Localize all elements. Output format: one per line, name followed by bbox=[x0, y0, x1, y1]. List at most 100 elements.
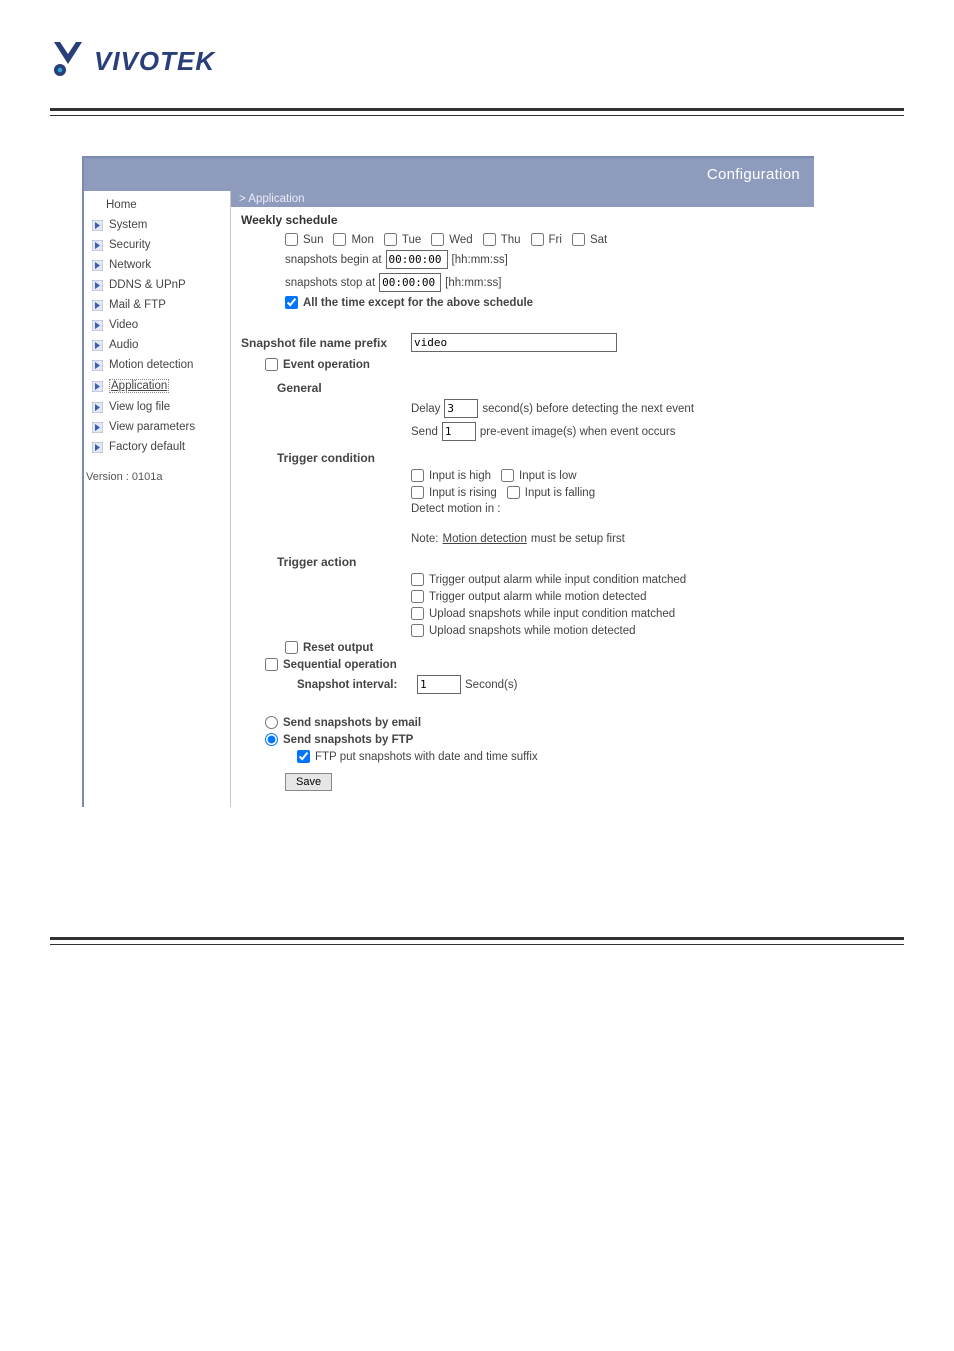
weekly-schedule-heading: Weekly schedule bbox=[241, 213, 804, 227]
trigger-action-0-checkbox[interactable] bbox=[411, 573, 424, 586]
sidebar-item-label: Home bbox=[106, 199, 137, 211]
sidebar-item-mail-ftp[interactable]: Mail & FTP bbox=[84, 295, 230, 315]
event-operation-label: Event operation bbox=[283, 359, 370, 371]
sidebar-item-application[interactable]: Application bbox=[84, 375, 230, 397]
send-email-label: Send snapshots by email bbox=[283, 717, 421, 729]
trigger-action-2-label: Upload snapshots while input condition m… bbox=[429, 608, 675, 620]
delay-post: second(s) before detecting the next even… bbox=[482, 403, 694, 415]
motion-detection-link[interactable]: Motion detection bbox=[443, 533, 527, 545]
sequential-operation-checkbox[interactable] bbox=[265, 658, 278, 671]
detect-motion-label: Detect motion in : bbox=[411, 503, 500, 515]
snapshot-prefix-label: Snapshot file name prefix bbox=[241, 336, 411, 350]
all-time-except-checkbox[interactable] bbox=[285, 296, 298, 309]
save-button[interactable]: Save bbox=[285, 773, 332, 791]
send-ftp-label: Send snapshots by FTP bbox=[283, 734, 413, 746]
input-high-checkbox[interactable] bbox=[411, 469, 424, 482]
sidebar-item-factory-default[interactable]: Factory default bbox=[84, 437, 230, 457]
weekday-sun-checkbox[interactable] bbox=[285, 233, 298, 246]
time-hint-begin: [hh:mm:ss] bbox=[452, 254, 508, 266]
breadcrumb: > Application bbox=[231, 191, 814, 207]
sidebar-item-label: View parameters bbox=[109, 421, 195, 433]
arrow-right-icon bbox=[92, 320, 103, 331]
weekday-fri-label: Fri bbox=[549, 234, 562, 246]
delay-input[interactable] bbox=[444, 399, 478, 418]
trigger-action-1-checkbox[interactable] bbox=[411, 590, 424, 603]
sidebar-item-view-log-file[interactable]: View log file bbox=[84, 397, 230, 417]
general-heading: General bbox=[277, 381, 804, 395]
all-time-except-label: All the time except for the above schedu… bbox=[303, 297, 533, 309]
ftp-datetime-suffix-label: FTP put snapshots with date and time suf… bbox=[315, 751, 538, 763]
send-post: pre-event image(s) when event occurs bbox=[480, 426, 676, 438]
snapshot-prefix-input[interactable] bbox=[411, 333, 617, 352]
sidebar-item-label: Network bbox=[109, 259, 151, 271]
weekday-thu-checkbox[interactable] bbox=[483, 233, 496, 246]
arrow-right-icon bbox=[92, 422, 103, 433]
sidebar-item-security[interactable]: Security bbox=[84, 235, 230, 255]
ftp-datetime-suffix-checkbox[interactable] bbox=[297, 750, 310, 763]
vivotek-mark-icon bbox=[50, 40, 86, 78]
sidebar: Home System Security Network DDNS & UPnP Mail… bbox=[84, 191, 231, 807]
trigger-action-heading: Trigger action bbox=[277, 555, 804, 569]
time-hint-stop: [hh:mm:ss] bbox=[445, 277, 501, 289]
trigger-action-1-label: Trigger output alarm while motion detect… bbox=[429, 591, 647, 603]
trigger-action-0-label: Trigger output alarm while input conditi… bbox=[429, 574, 686, 586]
snapshot-interval-unit: Second(s) bbox=[465, 679, 517, 691]
sidebar-item-ddns-upnp[interactable]: DDNS & UPnP bbox=[84, 275, 230, 295]
event-operation-checkbox[interactable] bbox=[265, 358, 278, 371]
send-ftp-radio[interactable] bbox=[265, 733, 278, 746]
content-pane: > Application Weekly schedule SunMonTueW… bbox=[231, 191, 814, 807]
input-rising-label: Input is rising bbox=[429, 487, 497, 499]
weekday-fri-checkbox[interactable] bbox=[531, 233, 544, 246]
send-email-radio[interactable] bbox=[265, 716, 278, 729]
weekday-tue-checkbox[interactable] bbox=[384, 233, 397, 246]
weekday-tue-label: Tue bbox=[402, 234, 421, 246]
sequential-operation-label: Sequential operation bbox=[283, 659, 397, 671]
send-input[interactable] bbox=[442, 422, 476, 441]
arrow-right-icon bbox=[92, 442, 103, 453]
reset-output-label: Reset output bbox=[303, 642, 373, 654]
sidebar-item-label: Motion detection bbox=[109, 359, 193, 371]
weekday-thu-label: Thu bbox=[501, 234, 521, 246]
arrow-right-icon bbox=[92, 360, 103, 371]
snapshots-stop-input[interactable] bbox=[379, 273, 441, 292]
input-falling-checkbox[interactable] bbox=[507, 486, 520, 499]
trigger-action-3-checkbox[interactable] bbox=[411, 624, 424, 637]
snapshots-stop-label: snapshots stop at bbox=[285, 277, 375, 289]
weekday-mon-checkbox[interactable] bbox=[333, 233, 346, 246]
weekdays-row: SunMonTueWedThuFriSat bbox=[285, 233, 804, 246]
arrow-right-icon bbox=[92, 260, 103, 271]
sidebar-item-label: DDNS & UPnP bbox=[109, 279, 186, 291]
arrow-right-icon bbox=[92, 240, 103, 251]
reset-output-checkbox[interactable] bbox=[285, 641, 298, 654]
input-low-checkbox[interactable] bbox=[501, 469, 514, 482]
weekday-wed-checkbox[interactable] bbox=[431, 233, 444, 246]
input-falling-label: Input is falling bbox=[525, 487, 595, 499]
trigger-action-3-label: Upload snapshots while motion detected bbox=[429, 625, 636, 637]
snapshots-begin-input[interactable] bbox=[386, 250, 448, 269]
window-title: Configuration bbox=[84, 158, 814, 191]
sidebar-item-view-parameters[interactable]: View parameters bbox=[84, 417, 230, 437]
arrow-right-icon bbox=[92, 220, 103, 231]
sidebar-item-home[interactable]: Home bbox=[84, 195, 230, 215]
config-window: Configuration Home System Security Network D… bbox=[82, 156, 814, 807]
sidebar-item-label: Video bbox=[109, 319, 138, 331]
arrow-right-icon bbox=[92, 381, 103, 392]
trigger-action-2-checkbox[interactable] bbox=[411, 607, 424, 620]
sidebar-item-network[interactable]: Network bbox=[84, 255, 230, 275]
sidebar-item-video[interactable]: Video bbox=[84, 315, 230, 335]
snapshot-interval-input[interactable] bbox=[417, 675, 461, 694]
weekday-sat-checkbox[interactable] bbox=[572, 233, 585, 246]
brand-name: VIVOTEK bbox=[94, 46, 215, 77]
weekday-sun-label: Sun bbox=[303, 234, 323, 246]
sidebar-item-label: Application bbox=[109, 379, 169, 393]
weekday-sat-label: Sat bbox=[590, 234, 607, 246]
sidebar-item-audio[interactable]: Audio bbox=[84, 335, 230, 355]
sidebar-item-label: Audio bbox=[109, 339, 138, 351]
sidebar-item-label: System bbox=[109, 219, 147, 231]
weekday-mon-label: Mon bbox=[351, 234, 373, 246]
sidebar-item-system[interactable]: System bbox=[84, 215, 230, 235]
sidebar-item-motion-detection[interactable]: Motion detection bbox=[84, 355, 230, 375]
input-rising-checkbox[interactable] bbox=[411, 486, 424, 499]
trigger-condition-heading: Trigger condition bbox=[277, 451, 804, 465]
input-low-label: Input is low bbox=[519, 470, 577, 482]
